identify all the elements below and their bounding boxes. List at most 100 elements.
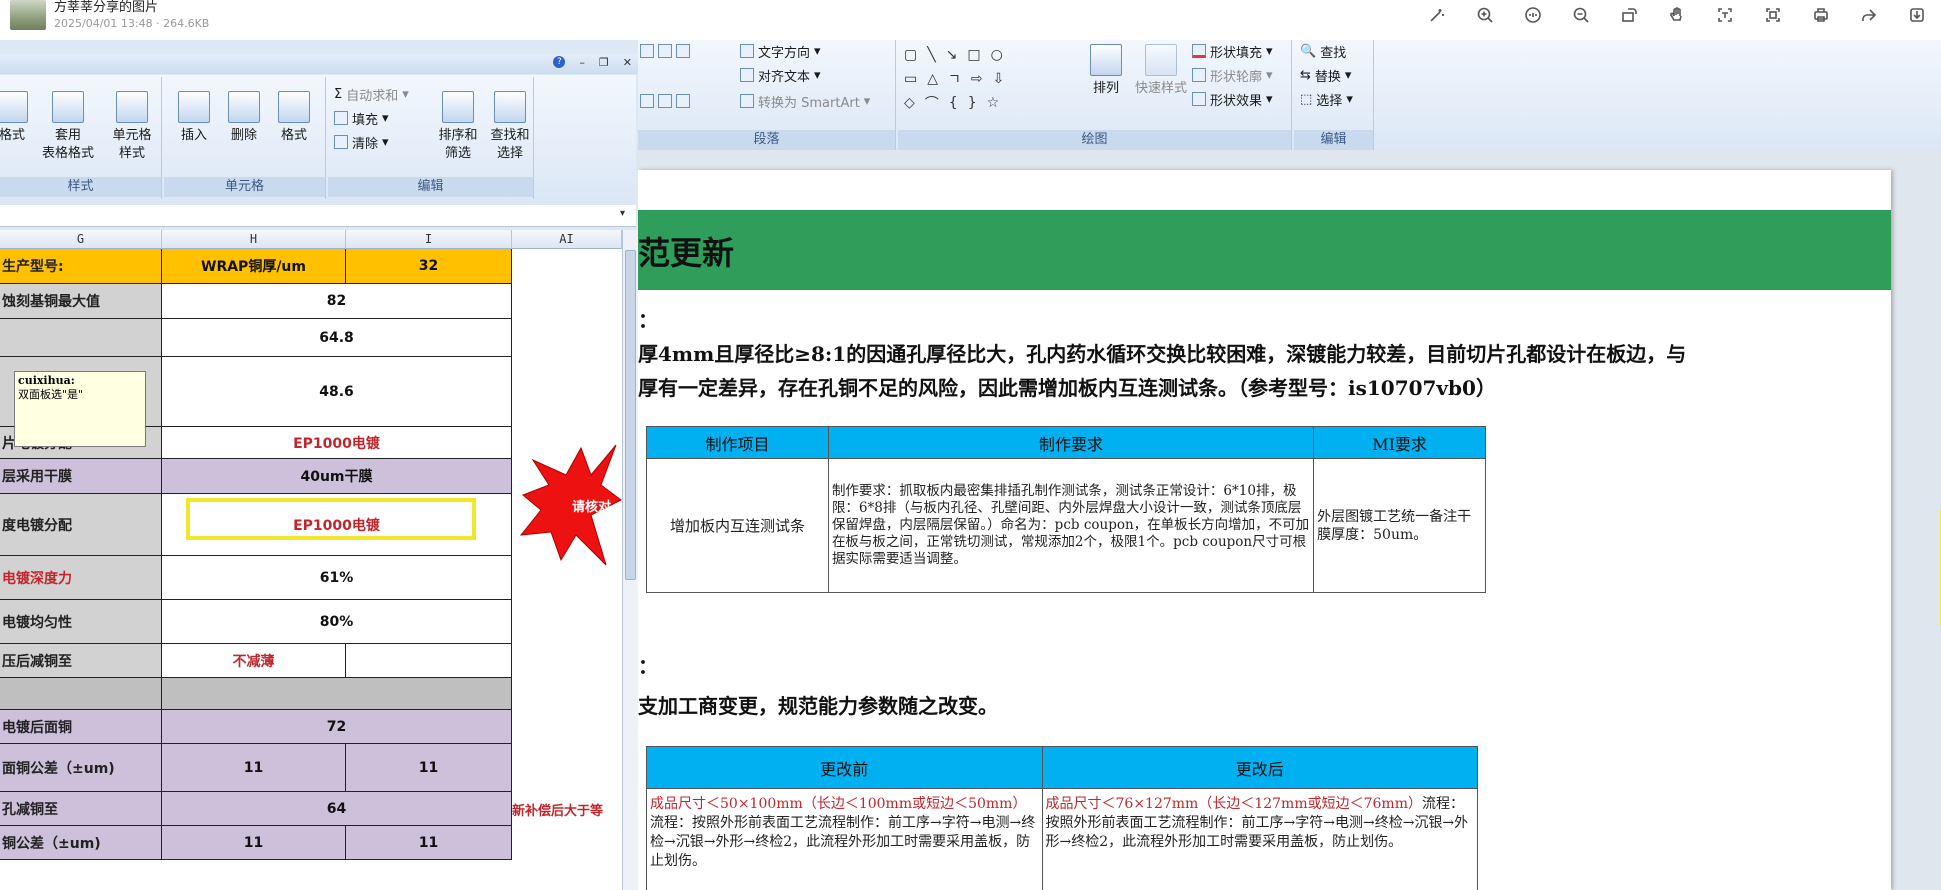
value-cell[interactable]: WRAP铜厚/um [162,249,346,284]
shape-brace-right-icon[interactable]: } [968,95,977,111]
download-icon[interactable] [1893,0,1941,30]
shape-textbox-icon[interactable]: ▢ [904,47,917,63]
fit-icon[interactable] [1509,0,1557,30]
formula-bar[interactable]: ▾ [0,205,636,227]
row-label-cell[interactable]: 层采用干膜 [0,459,162,494]
autosum-button[interactable]: Σ 自动求和 ▾ [334,83,409,105]
smartart-button[interactable]: 转换为 SmartArt ▾ [740,90,870,112]
row-label-cell[interactable]: 铜公差（±um) [0,826,162,860]
shape-fill-button[interactable]: 形状填充 ▾ [1192,40,1273,62]
row-label-cell[interactable]: 压后减铜至 [0,644,162,678]
value-cell[interactable]: 32 [346,249,512,284]
cell-format-button[interactable]: 格式 [264,91,324,145]
row-label-cell[interactable]: 孔减铜至 [0,792,162,826]
text-direction-button[interactable]: 文字方向 ▾ [740,40,821,62]
shape-triangle-icon[interactable]: △ [927,71,938,87]
row-label-cell[interactable] [0,678,162,710]
row-label-cell[interactable]: 面铜公差（±um) [0,744,162,792]
find-button[interactable]: 🔍 查找 [1300,40,1346,62]
value-cell[interactable]: 48.6 [162,357,512,427]
fill-button[interactable]: 填充 ▾ [334,107,389,129]
shape-down-arrow-icon[interactable]: ⇩ [993,71,1005,87]
value-cell[interactable]: 61% [162,556,512,600]
minimize-icon[interactable]: – [579,56,585,69]
shape-outline-button[interactable]: 形状轮廓 ▾ [1192,64,1273,86]
column-header-i[interactable]: I [346,230,512,249]
side-note-cell[interactable]: 新补偿后大于等 [512,792,622,826]
scan-icon[interactable] [1749,0,1797,30]
shape-rect-icon[interactable]: □ [967,47,980,63]
hand-icon[interactable] [1653,0,1701,30]
align-text-button[interactable]: 对齐文本 ▾ [740,64,821,86]
document-page[interactable]: 范更新 ： 厚4mm且厚径比≥8:1的因通孔厚径比大，孔内药水循环交换比较困难，… [638,170,1891,890]
file-thumbnail[interactable] [10,0,46,30]
value-cell[interactable]: 72 [162,710,512,744]
row-label-cell[interactable]: 电镀深度力 [0,556,162,600]
row-label-cell[interactable]: 蚀刻基铜最大值 [0,284,162,319]
value-cell[interactable] [346,644,512,678]
pencil-icon [1192,68,1206,82]
print-icon[interactable] [1797,0,1845,30]
value-cell[interactable]: EP1000电镀 [162,427,512,459]
row-label-cell[interactable]: 生产型号: [0,249,162,284]
shape-gallery-row2[interactable]: ▭ △ ㄱ ⇨ ⇩ [904,68,1004,90]
shape-line-icon[interactable]: ╲ [927,47,935,63]
restore-icon[interactable]: ❐ [599,56,609,69]
quick-style-button[interactable]: 快速样式 [1126,44,1196,98]
shape-effect-button[interactable]: 形状效果 ▾ [1192,88,1273,110]
conditional-format-button[interactable]: 格式 [0,91,42,145]
rotate-icon[interactable] [1605,0,1653,30]
shape-oval-icon[interactable]: ○ [991,47,1003,63]
value-cell[interactable]: 不减薄 [162,644,346,678]
shape-gallery[interactable]: ▢ ╲ ↘ □ ○ [904,44,1003,66]
replace-button[interactable]: ⇆ 替换 ▾ [1300,64,1351,86]
column-header-g[interactable]: G [0,230,162,249]
vertical-scrollbar[interactable] [622,230,638,890]
shape-arrow-icon[interactable]: ↘ [946,47,958,63]
cell-style-button[interactable]: 单元格 样式 [102,91,162,163]
format-as-table-button[interactable]: 套用 表格格式 [38,91,98,163]
row-label-cell[interactable]: 电镀均匀性 [0,600,162,644]
value-cell[interactable]: 64 [162,792,512,826]
cells-group-name: 单元格 [164,177,325,197]
magic-icon[interactable] [1413,0,1461,30]
help-icon[interactable]: ? [553,56,566,68]
row-label-cell[interactable] [0,319,162,357]
expand-formula-icon[interactable]: ▾ [620,208,632,222]
shape-star-icon[interactable]: ☆ [987,95,1000,111]
close-icon[interactable]: ✕ [623,56,632,69]
zoom-in-icon[interactable] [1461,0,1509,30]
shape-rounded-icon[interactable]: ▭ [904,71,917,87]
sort-filter-button[interactable]: 排序和 筛选 [428,91,488,163]
shape-curve-icon[interactable]: ⌒ [925,93,939,113]
row-label-cell[interactable]: 度电镀分配 [0,494,162,556]
indent-controls[interactable] [640,40,690,62]
find-select-button[interactable]: 查找和 选择 [480,91,540,163]
scroll-thumb[interactable] [625,250,636,580]
value-cell[interactable] [162,678,512,710]
select-button[interactable]: ⬚ 选择 ▾ [1300,88,1353,110]
value-cell[interactable]: 80% [162,600,512,644]
value-cell[interactable]: 64.8 [162,319,512,357]
text-scan-icon[interactable] [1701,0,1749,30]
clear-button[interactable]: 清除 ▾ [334,131,389,153]
value-cell[interactable]: 11 [162,826,346,860]
column-header-ai[interactable]: AI [512,230,622,249]
alignment-buttons[interactable] [640,90,690,112]
indent-icon [640,44,654,58]
shape-freeform-icon[interactable]: ◇ [904,95,915,111]
shape-gallery-row3[interactable]: ◇ ⌒ {} ☆ [904,92,999,114]
zoom-out-icon[interactable] [1557,0,1605,30]
shape-elbow-icon[interactable]: ㄱ [948,69,961,89]
value-cell[interactable]: 11 [162,744,346,792]
column-header-h[interactable]: H [162,230,346,249]
share-icon[interactable] [1845,0,1893,30]
comment-author: cuixihua: [18,374,75,387]
row-label-cell[interactable]: 电镀后面铜 [0,710,162,744]
value-cell[interactable]: 11 [346,744,512,792]
shape-brace-left-icon[interactable]: { [949,95,958,111]
shape-right-arrow-icon[interactable]: ⇨ [971,71,983,87]
value-cell[interactable]: 82 [162,284,512,319]
value-cell[interactable]: 11 [346,826,512,860]
value-cell[interactable]: 40um干膜 [162,459,512,494]
